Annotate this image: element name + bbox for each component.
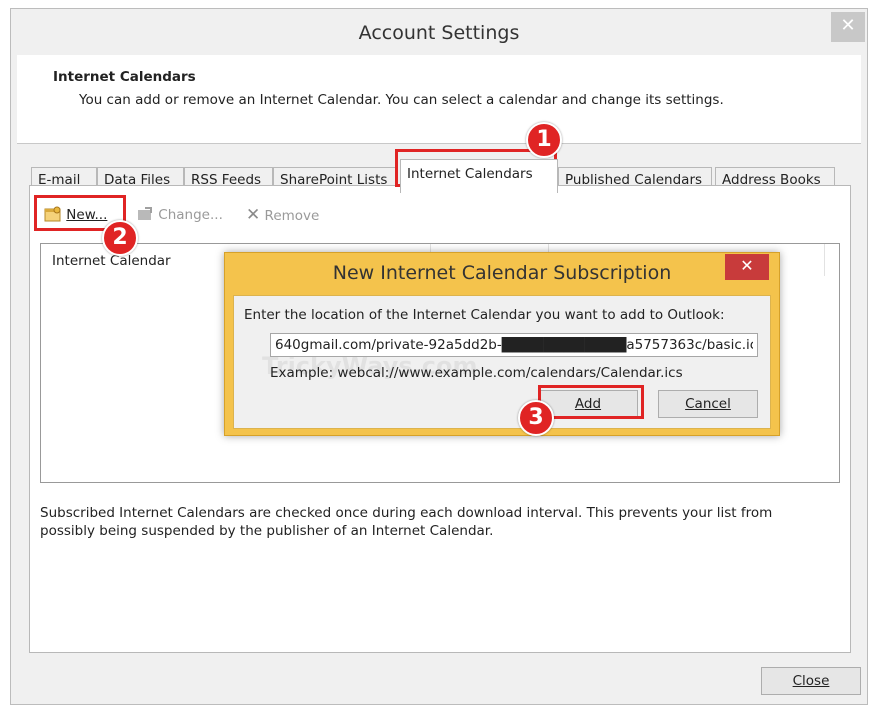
window-title: Account Settings xyxy=(358,22,520,44)
remove-button-label: Remove xyxy=(264,208,320,224)
remove-button[interactable]: ✕ Remove xyxy=(246,204,319,226)
close-button-label: Close xyxy=(792,673,830,689)
tab-internet-calendars[interactable]: Internet Calendars xyxy=(400,159,558,193)
dialog-body: TrickyWays.com Enter the location of the… xyxy=(233,295,771,429)
callout-box-add-button xyxy=(538,385,644,419)
remove-icon: ✕ xyxy=(246,205,261,225)
header-description: You can add or remove an Internet Calend… xyxy=(79,92,724,108)
cancel-button[interactable]: Cancel xyxy=(658,390,758,418)
step-3-badge: 3 xyxy=(518,400,554,436)
step-2-badge: 2 xyxy=(102,220,138,256)
change-button[interactable]: Change... xyxy=(136,204,223,226)
calendar-url-input[interactable] xyxy=(270,333,758,357)
cancel-button-label: Cancel xyxy=(685,396,731,412)
dialog-close-icon[interactable]: ✕ xyxy=(725,254,769,280)
change-icon xyxy=(138,207,152,220)
change-button-label: Change... xyxy=(158,207,223,223)
dialog-prompt: Enter the location of the Internet Calen… xyxy=(244,307,725,323)
header-title: Internet Calendars xyxy=(53,69,196,85)
window-close-icon[interactable]: ✕ xyxy=(831,12,865,42)
header-panel: Internet Calendars You can add or remove… xyxy=(17,55,861,144)
step-1-badge: 1 xyxy=(526,122,562,158)
dialog-title: New Internet Calendar Subscription xyxy=(332,262,672,284)
panel-footer-text: Subscribed Internet Calendars are checke… xyxy=(40,505,773,539)
title-bar: Account Settings ✕ xyxy=(11,9,867,55)
new-calendar-subscription-dialog: New Internet Calendar Subscription ✕ Tri… xyxy=(224,252,780,436)
dialog-example: Example: webcal://www.example.com/calend… xyxy=(270,365,683,381)
close-button[interactable]: Close xyxy=(761,667,861,695)
